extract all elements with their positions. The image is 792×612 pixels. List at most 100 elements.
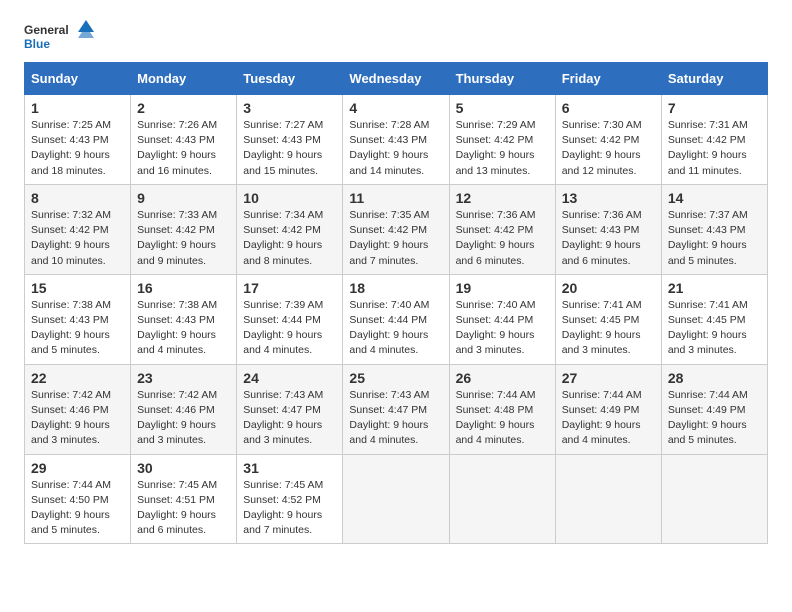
day-number: 22 bbox=[31, 370, 124, 386]
day-info: Sunrise: 7:40 AM Sunset: 4:44 PM Dayligh… bbox=[456, 299, 536, 357]
logo-svg: General Blue bbox=[24, 20, 94, 52]
day-info: Sunrise: 7:38 AM Sunset: 4:43 PM Dayligh… bbox=[137, 299, 217, 357]
calendar-cell: 7 Sunrise: 7:31 AM Sunset: 4:42 PM Daylig… bbox=[661, 95, 767, 185]
calendar-cell: 14 Sunrise: 7:37 AM Sunset: 4:43 PM Dayli… bbox=[661, 184, 767, 274]
day-number: 24 bbox=[243, 370, 336, 386]
calendar-cell: 18Sunrise: 7:40 AM Sunset: 4:44 PM Dayli… bbox=[343, 274, 449, 364]
day-number: 27 bbox=[562, 370, 655, 386]
week-row-2: 8 Sunrise: 7:32 AM Sunset: 4:42 PM Daylig… bbox=[25, 184, 768, 274]
day-number: 14 bbox=[668, 190, 761, 206]
day-number: 17 bbox=[243, 280, 336, 296]
calendar-cell: 25 Sunrise: 7:43 AM Sunset: 4:47 PM Dayli… bbox=[343, 364, 449, 454]
day-info: Sunrise: 7:29 AM Sunset: 4:42 PM Dayligh… bbox=[456, 119, 536, 177]
day-info: Sunrise: 7:36 AM Sunset: 4:43 PM Dayligh… bbox=[562, 209, 642, 267]
week-row-1: 1 Sunrise: 7:25 AM Sunset: 4:43 PM Daylig… bbox=[25, 95, 768, 185]
day-info: Sunrise: 7:25 AM Sunset: 4:43 PM Dayligh… bbox=[31, 119, 111, 177]
day-info: Sunrise: 7:37 AM Sunset: 4:43 PM Dayligh… bbox=[668, 209, 748, 267]
day-number: 3 bbox=[243, 100, 336, 116]
day-info: Sunrise: 7:45 AM Sunset: 4:52 PM Dayligh… bbox=[243, 479, 323, 537]
day-info: Sunrise: 7:31 AM Sunset: 4:42 PM Dayligh… bbox=[668, 119, 748, 177]
calendar-cell: 1 Sunrise: 7:25 AM Sunset: 4:43 PM Daylig… bbox=[25, 95, 131, 185]
day-number: 2 bbox=[137, 100, 230, 116]
calendar-cell: 3 Sunrise: 7:27 AM Sunset: 4:43 PM Daylig… bbox=[237, 95, 343, 185]
day-info: Sunrise: 7:32 AM Sunset: 4:42 PM Dayligh… bbox=[31, 209, 111, 267]
day-number: 5 bbox=[456, 100, 549, 116]
calendar-cell: 24Sunrise: 7:43 AM Sunset: 4:47 PM Dayli… bbox=[237, 364, 343, 454]
col-header-monday: Monday bbox=[131, 63, 237, 95]
day-number: 19 bbox=[456, 280, 549, 296]
day-info: Sunrise: 7:26 AM Sunset: 4:43 PM Dayligh… bbox=[137, 119, 217, 177]
calendar-cell: 29 Sunrise: 7:44 AM Sunset: 4:50 PM Dayli… bbox=[25, 454, 131, 544]
col-header-friday: Friday bbox=[555, 63, 661, 95]
day-info: Sunrise: 7:27 AM Sunset: 4:43 PM Dayligh… bbox=[243, 119, 323, 177]
logo: General Blue bbox=[24, 20, 94, 52]
day-number: 23 bbox=[137, 370, 230, 386]
calendar-cell: 17 Sunrise: 7:39 AM Sunset: 4:44 PM Dayli… bbox=[237, 274, 343, 364]
calendar-cell: 11Sunrise: 7:35 AM Sunset: 4:42 PM Dayli… bbox=[343, 184, 449, 274]
day-number: 18 bbox=[349, 280, 442, 296]
day-info: Sunrise: 7:42 AM Sunset: 4:46 PM Dayligh… bbox=[137, 389, 217, 447]
calendar-cell: 21Sunrise: 7:41 AM Sunset: 4:45 PM Dayli… bbox=[661, 274, 767, 364]
day-number: 13 bbox=[562, 190, 655, 206]
col-header-wednesday: Wednesday bbox=[343, 63, 449, 95]
day-number: 1 bbox=[31, 100, 124, 116]
calendar-cell: 28Sunrise: 7:44 AM Sunset: 4:49 PM Dayli… bbox=[661, 364, 767, 454]
calendar-cell bbox=[661, 454, 767, 544]
header: General Blue bbox=[24, 20, 768, 52]
day-number: 25 bbox=[349, 370, 442, 386]
day-info: Sunrise: 7:44 AM Sunset: 4:49 PM Dayligh… bbox=[562, 389, 642, 447]
day-number: 30 bbox=[137, 460, 230, 476]
calendar-cell bbox=[555, 454, 661, 544]
day-info: Sunrise: 7:39 AM Sunset: 4:44 PM Dayligh… bbox=[243, 299, 323, 357]
day-info: Sunrise: 7:36 AM Sunset: 4:42 PM Dayligh… bbox=[456, 209, 536, 267]
calendar-cell: 19 Sunrise: 7:40 AM Sunset: 4:44 PM Dayli… bbox=[449, 274, 555, 364]
day-number: 9 bbox=[137, 190, 230, 206]
col-header-tuesday: Tuesday bbox=[237, 63, 343, 95]
calendar-cell: 2 Sunrise: 7:26 AM Sunset: 4:43 PM Daylig… bbox=[131, 95, 237, 185]
day-info: Sunrise: 7:41 AM Sunset: 4:45 PM Dayligh… bbox=[562, 299, 642, 357]
col-header-sunday: Sunday bbox=[25, 63, 131, 95]
calendar-cell: 12 Sunrise: 7:36 AM Sunset: 4:42 PM Dayli… bbox=[449, 184, 555, 274]
svg-text:Blue: Blue bbox=[24, 37, 50, 51]
calendar-cell: 15Sunrise: 7:38 AM Sunset: 4:43 PM Dayli… bbox=[25, 274, 131, 364]
day-info: Sunrise: 7:42 AM Sunset: 4:46 PM Dayligh… bbox=[31, 389, 111, 447]
calendar-cell: 13 Sunrise: 7:36 AM Sunset: 4:43 PM Dayli… bbox=[555, 184, 661, 274]
day-number: 4 bbox=[349, 100, 442, 116]
day-number: 7 bbox=[668, 100, 761, 116]
week-row-4: 22 Sunrise: 7:42 AM Sunset: 4:46 PM Dayli… bbox=[25, 364, 768, 454]
day-number: 29 bbox=[31, 460, 124, 476]
day-number: 10 bbox=[243, 190, 336, 206]
calendar-cell: 10 Sunrise: 7:34 AM Sunset: 4:42 PM Dayli… bbox=[237, 184, 343, 274]
calendar-cell: 31 Sunrise: 7:45 AM Sunset: 4:52 PM Dayli… bbox=[237, 454, 343, 544]
calendar-cell: 20Sunrise: 7:41 AM Sunset: 4:45 PM Dayli… bbox=[555, 274, 661, 364]
calendar-cell: 9 Sunrise: 7:33 AM Sunset: 4:42 PM Daylig… bbox=[131, 184, 237, 274]
day-number: 6 bbox=[562, 100, 655, 116]
day-number: 8 bbox=[31, 190, 124, 206]
day-number: 12 bbox=[456, 190, 549, 206]
day-info: Sunrise: 7:44 AM Sunset: 4:48 PM Dayligh… bbox=[456, 389, 536, 447]
calendar-cell: 22 Sunrise: 7:42 AM Sunset: 4:46 PM Dayli… bbox=[25, 364, 131, 454]
calendar-cell: 27 Sunrise: 7:44 AM Sunset: 4:49 PM Dayli… bbox=[555, 364, 661, 454]
calendar-cell: 6 Sunrise: 7:30 AM Sunset: 4:42 PM Daylig… bbox=[555, 95, 661, 185]
day-number: 26 bbox=[456, 370, 549, 386]
svg-text:General: General bbox=[24, 23, 69, 37]
calendar-cell: 30 Sunrise: 7:45 AM Sunset: 4:51 PM Dayli… bbox=[131, 454, 237, 544]
day-info: Sunrise: 7:45 AM Sunset: 4:51 PM Dayligh… bbox=[137, 479, 217, 537]
day-info: Sunrise: 7:43 AM Sunset: 4:47 PM Dayligh… bbox=[349, 389, 429, 447]
col-header-saturday: Saturday bbox=[661, 63, 767, 95]
day-info: Sunrise: 7:44 AM Sunset: 4:49 PM Dayligh… bbox=[668, 389, 748, 447]
day-info: Sunrise: 7:33 AM Sunset: 4:42 PM Dayligh… bbox=[137, 209, 217, 267]
day-info: Sunrise: 7:28 AM Sunset: 4:43 PM Dayligh… bbox=[349, 119, 429, 177]
calendar-cell bbox=[449, 454, 555, 544]
day-info: Sunrise: 7:44 AM Sunset: 4:50 PM Dayligh… bbox=[31, 479, 111, 537]
day-number: 31 bbox=[243, 460, 336, 476]
week-row-5: 29 Sunrise: 7:44 AM Sunset: 4:50 PM Dayli… bbox=[25, 454, 768, 544]
calendar-cell: 26 Sunrise: 7:44 AM Sunset: 4:48 PM Dayli… bbox=[449, 364, 555, 454]
day-number: 16 bbox=[137, 280, 230, 296]
calendar-cell bbox=[343, 454, 449, 544]
day-info: Sunrise: 7:30 AM Sunset: 4:42 PM Dayligh… bbox=[562, 119, 642, 177]
calendar-cell: 5 Sunrise: 7:29 AM Sunset: 4:42 PM Daylig… bbox=[449, 95, 555, 185]
calendar-cell: 23 Sunrise: 7:42 AM Sunset: 4:46 PM Dayli… bbox=[131, 364, 237, 454]
calendar-cell: 8 Sunrise: 7:32 AM Sunset: 4:42 PM Daylig… bbox=[25, 184, 131, 274]
day-info: Sunrise: 7:34 AM Sunset: 4:42 PM Dayligh… bbox=[243, 209, 323, 267]
